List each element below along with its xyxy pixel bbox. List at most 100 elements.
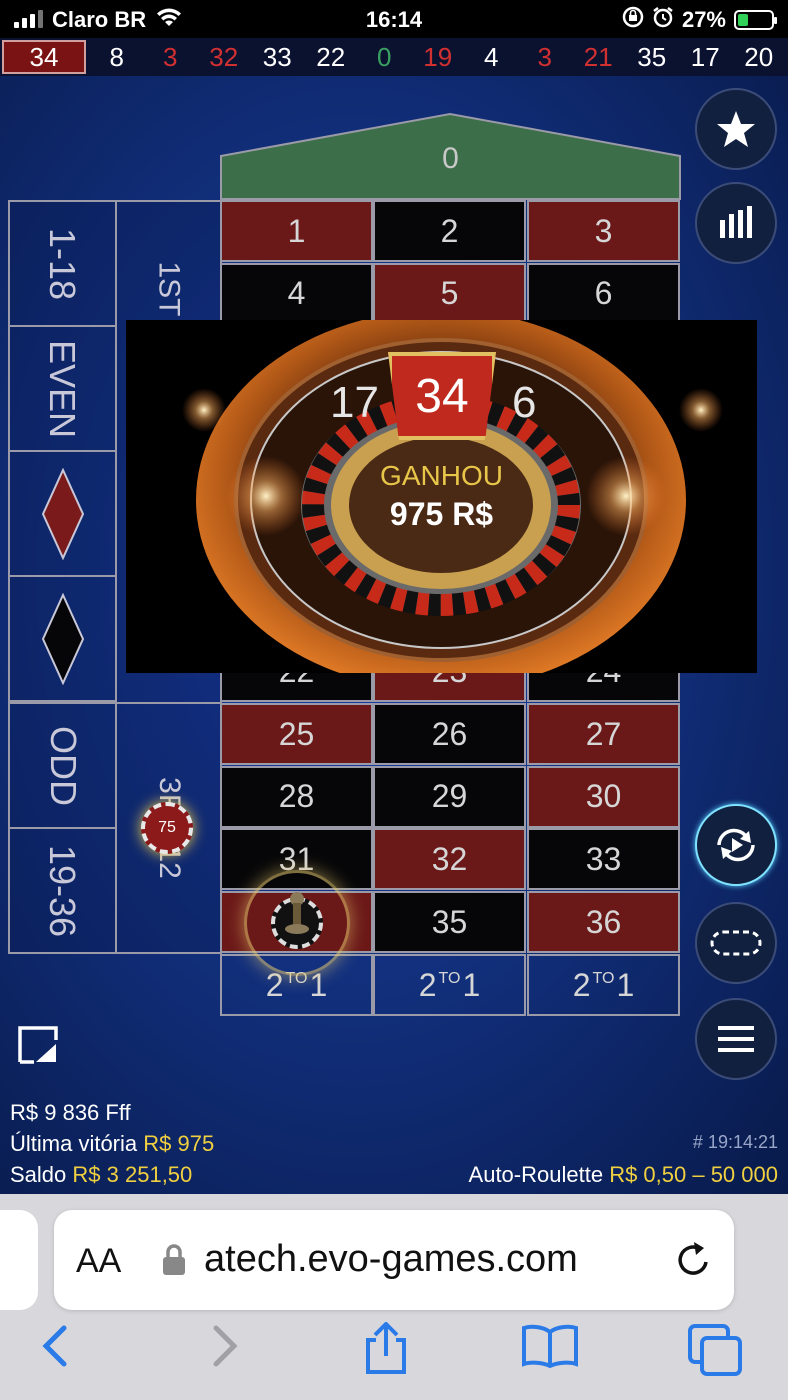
status-bar: Claro BR 16:14 27% (0, 0, 788, 38)
winning-marker (244, 870, 350, 976)
tabs-button[interactable] (688, 1324, 744, 1381)
address-bar[interactable]: AA atech.evo-games.com (54, 1210, 734, 1310)
wheel-result-overlay: 17 34 6 GANHOU 975 R$ (126, 320, 757, 673)
bet-number-4[interactable]: 4 (220, 262, 373, 325)
last-win-value: R$ 975 (143, 1131, 215, 1156)
column-bet-payout-to: TO (438, 970, 461, 987)
bet-column-3[interactable]: 2 TO 1 (527, 954, 680, 1016)
previous-tab[interactable] (0, 1210, 38, 1310)
history-item: 22 (316, 41, 346, 72)
bet-number-33[interactable]: 33 (527, 828, 680, 891)
orientation-lock-icon (622, 6, 644, 34)
bet-number-25[interactable]: 25 (220, 703, 373, 765)
bet-number-1[interactable]: 1 (220, 200, 373, 262)
history-item: 21 (583, 41, 613, 72)
winning-chip[interactable] (271, 892, 323, 949)
history-item: 3 (163, 41, 178, 72)
column-bet-payout-to: TO (592, 970, 615, 987)
last-win: Última vitória R$ 975 (10, 1131, 214, 1157)
share-icon (366, 1321, 406, 1374)
racetrack-button[interactable] (695, 902, 777, 984)
chip-value: 75 (158, 819, 176, 836)
bet-number-27[interactable]: 27 (527, 703, 680, 765)
zero-label: 0 (442, 142, 459, 175)
column-bet-payout-right: 1 (462, 966, 481, 1003)
red-diamond-icon (41, 467, 84, 560)
column-bet-payout-left: 2 (572, 966, 591, 1003)
game-limits: Auto-Roulette R$ 0,50 – 50 000 (469, 1162, 778, 1188)
bookmarks-button[interactable] (520, 1324, 580, 1373)
win-label: GANHOU (380, 460, 503, 491)
winning-number: 34 (388, 352, 496, 440)
menu-button[interactable] (695, 998, 777, 1080)
star-icon (717, 111, 755, 147)
reader-settings-button[interactable]: AA (76, 1242, 121, 1281)
history-item: 20 (744, 41, 774, 72)
autoplay-button[interactable] (695, 804, 777, 886)
results-history: 34 8 3 32 33 22 0 19 4 3 21 35 17 20 (0, 38, 788, 76)
left-neighbor: 17 (330, 378, 379, 427)
history-item: 19 (423, 41, 453, 72)
autoplay-icon (717, 828, 755, 862)
bet-number-32[interactable]: 32 (373, 828, 526, 891)
reload-button[interactable] (674, 1240, 712, 1285)
history-latest: 34 (2, 40, 86, 74)
chevron-left-icon (42, 1325, 67, 1367)
url-text: atech.evo-games.com (204, 1238, 578, 1280)
bet-zero[interactable]: 0 (220, 112, 681, 200)
bet-number-35[interactable]: 35 (373, 891, 526, 954)
lock-icon (162, 1244, 186, 1281)
bet-low-label: 1-18 (42, 227, 84, 300)
balance: Saldo R$ 3 251,50 (10, 1162, 192, 1188)
bet-column-2[interactable]: 2 TO 1 (373, 954, 526, 1016)
bet-number-5[interactable]: 5 (373, 262, 526, 325)
dozen-1-label: 1ST (152, 261, 186, 317)
racetrack-icon (710, 930, 762, 956)
bet-even[interactable]: EVEN (8, 325, 117, 452)
bet-black[interactable] (8, 575, 117, 702)
dolly-icon (285, 892, 309, 934)
forward-button[interactable] (208, 1324, 242, 1373)
chip-dozen-3[interactable]: 75 (141, 802, 193, 854)
history-item: 32 (209, 41, 239, 72)
menu-icon (718, 1026, 754, 1052)
game-name: Auto-Roulette (468, 1162, 604, 1187)
bet-odd[interactable]: ODD (8, 702, 117, 829)
battery-percent: 27% (681, 7, 726, 32)
history-item: 17 (690, 41, 720, 72)
last-win-label: Última vitória (10, 1131, 138, 1156)
roulette-table: 0 1-18 EVEN ODD 19-36 1ST 3RD 12 1234562… (0, 76, 788, 1194)
bet-number-28[interactable]: 28 (220, 765, 373, 828)
fullscreen-button[interactable] (18, 1026, 58, 1069)
reload-icon (678, 1242, 708, 1275)
bet-number-26[interactable]: 26 (373, 703, 526, 765)
balance-value: R$ 3 251,50 (72, 1162, 193, 1187)
column-bet-payout-left: 2 (418, 966, 437, 1003)
bet-red[interactable] (8, 450, 117, 577)
bet-number-2[interactable]: 2 (373, 200, 526, 262)
stats-icon (720, 206, 752, 238)
bet-number-6[interactable]: 6 (527, 262, 680, 325)
bet-number-29[interactable]: 29 (373, 765, 526, 828)
fullscreen-icon (18, 1026, 58, 1064)
bet-high[interactable]: 19-36 (8, 827, 117, 954)
browser-chrome: AA atech.evo-games.com (0, 1194, 788, 1400)
back-button[interactable] (38, 1324, 72, 1373)
history-item: 33 (262, 41, 292, 72)
alarm-icon (652, 6, 674, 34)
statistics-button[interactable] (695, 182, 777, 264)
bet-high-label: 19-36 (42, 844, 84, 937)
black-diamond-icon (41, 592, 84, 685)
bet-low[interactable]: 1-18 (8, 200, 117, 327)
column-bet-payout-right: 1 (616, 966, 635, 1003)
favorites-button[interactable] (695, 88, 777, 170)
bet-number-3[interactable]: 3 (527, 200, 680, 262)
win-amount: 975 R$ (389, 496, 494, 532)
balance-label: Saldo (10, 1162, 67, 1187)
share-button[interactable] (362, 1321, 410, 1379)
history-item: 3 (537, 41, 552, 72)
total-bet: R$ 9 836 Fff (10, 1100, 131, 1125)
book-icon (522, 1324, 578, 1369)
bet-number-30[interactable]: 30 (527, 765, 680, 828)
bet-number-36[interactable]: 36 (527, 891, 680, 954)
